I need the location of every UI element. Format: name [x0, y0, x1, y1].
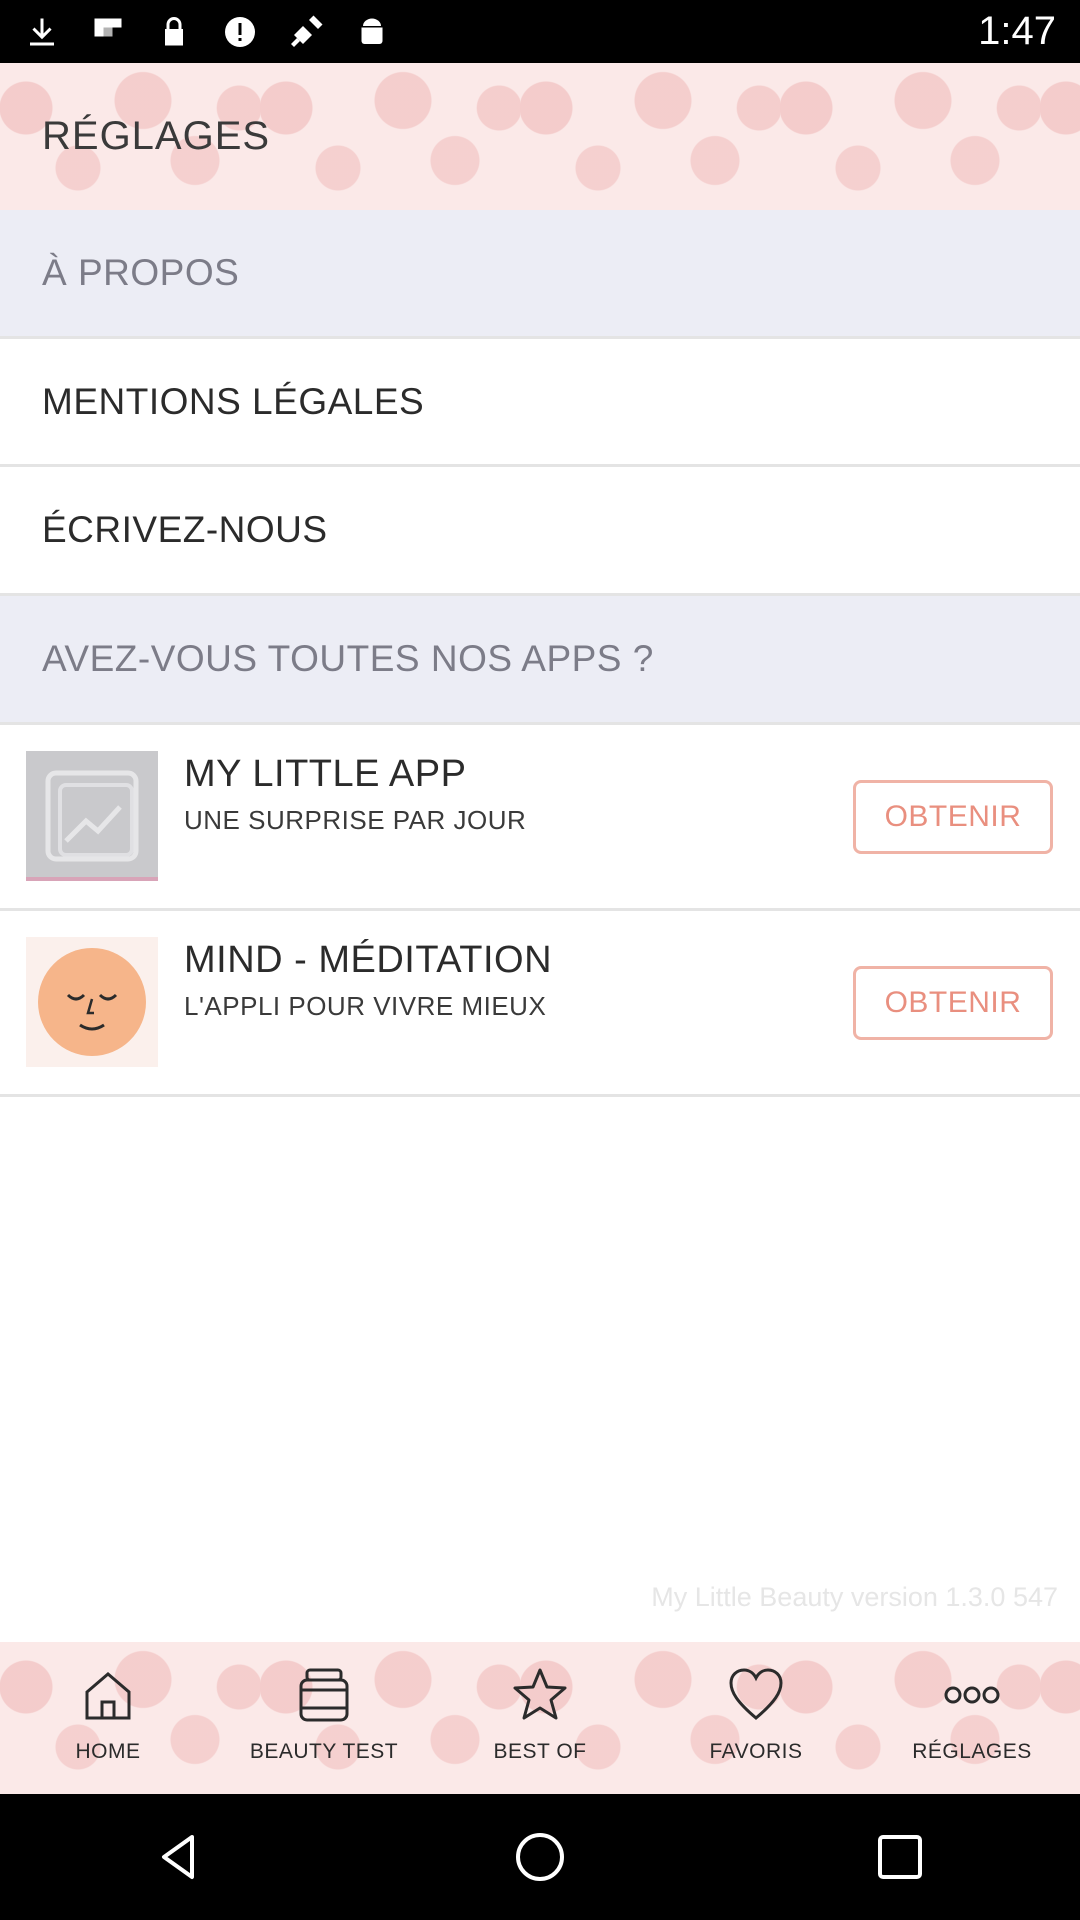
- app-subtitle: UNE SURPRISE PAR JOUR: [184, 805, 527, 835]
- menu-item-about-label: À PROPOS: [42, 252, 240, 293]
- page-title: RÉGLAGES: [42, 114, 271, 158]
- flipboard-icon: [94, 18, 122, 36]
- menu-item-contact-label: ÉCRIVEZ-NOUS: [42, 509, 328, 550]
- more-dots-icon: [944, 1686, 1000, 1704]
- app-row-mind-meditation[interactable]: MIND - MÉDITATION L'APPLI POUR VIVRE MIE…: [0, 911, 1080, 1097]
- tab-beauty-test-label: BEAUTY TEST: [249, 1740, 399, 1763]
- download-icon: [30, 18, 54, 45]
- apps-section-label: AVEZ-VOUS TOUTES NOS APPS ?: [42, 638, 654, 679]
- satellite-icon: [291, 15, 323, 47]
- tab-favoris-label: FAVORIS: [709, 1740, 803, 1763]
- tab-reglages-label: RÉGLAGES: [912, 1740, 1032, 1763]
- menu-item-legal[interactable]: MENTIONS LÉGALES: [0, 339, 1080, 467]
- app-title: MY LITTLE APP: [184, 753, 467, 795]
- menu-item-contact[interactable]: ÉCRIVEZ-NOUS: [0, 467, 1080, 596]
- tab-home-label: HOME: [75, 1740, 141, 1763]
- app-title: MIND - MÉDITATION: [184, 939, 553, 981]
- lock-icon: [165, 16, 183, 45]
- bottom-tab-bar: HOME BEAUTY TEST BEST OF FAVORIS RÉGLAGE…: [0, 1642, 1080, 1794]
- status-time: 1:47: [978, 9, 1056, 53]
- jar-icon: [299, 1668, 349, 1722]
- info-icon: [225, 16, 255, 47]
- heart-icon: [729, 1668, 783, 1720]
- system-nav-bar: [0, 1794, 1080, 1920]
- page-header: RÉGLAGES: [0, 63, 1080, 210]
- tab-reglages[interactable]: RÉGLAGES: [864, 1642, 1080, 1794]
- version-text: My Little Beauty version 1.3.0 547: [651, 1582, 1058, 1612]
- meditation-face-icon: [26, 937, 158, 1067]
- tab-favoris[interactable]: FAVORIS: [648, 1642, 864, 1794]
- tab-best-of-label: BEST OF: [493, 1740, 587, 1763]
- home-icon: [85, 1672, 131, 1720]
- status-icons: [24, 14, 390, 50]
- recents-icon[interactable]: [868, 1825, 932, 1889]
- status-bar: 1:47: [0, 0, 1080, 63]
- tab-home[interactable]: HOME: [0, 1642, 216, 1794]
- menu-item-about[interactable]: À PROPOS: [0, 210, 1080, 339]
- menu-item-legal-label: MENTIONS LÉGALES: [42, 380, 425, 422]
- image-placeholder-icon: [26, 751, 158, 881]
- back-icon[interactable]: [148, 1825, 212, 1889]
- app-subtitle: L'APPLI POUR VIVRE MIEUX: [184, 991, 547, 1021]
- star-icon: [513, 1668, 567, 1720]
- tab-beauty-test[interactable]: BEAUTY TEST: [216, 1642, 432, 1794]
- android-icon: [361, 18, 383, 44]
- app-row-my-little-app[interactable]: MY LITTLE APP UNE SURPRISE PAR JOUR OBTE…: [0, 725, 1080, 911]
- apps-section-header: AVEZ-VOUS TOUTES NOS APPS ?: [0, 596, 1080, 725]
- get-mind-meditation-button[interactable]: OBTENIR: [853, 966, 1053, 1040]
- get-my-little-app-button[interactable]: OBTENIR: [853, 780, 1053, 854]
- home-circle-icon[interactable]: [508, 1825, 572, 1889]
- tab-best-of[interactable]: BEST OF: [432, 1642, 648, 1794]
